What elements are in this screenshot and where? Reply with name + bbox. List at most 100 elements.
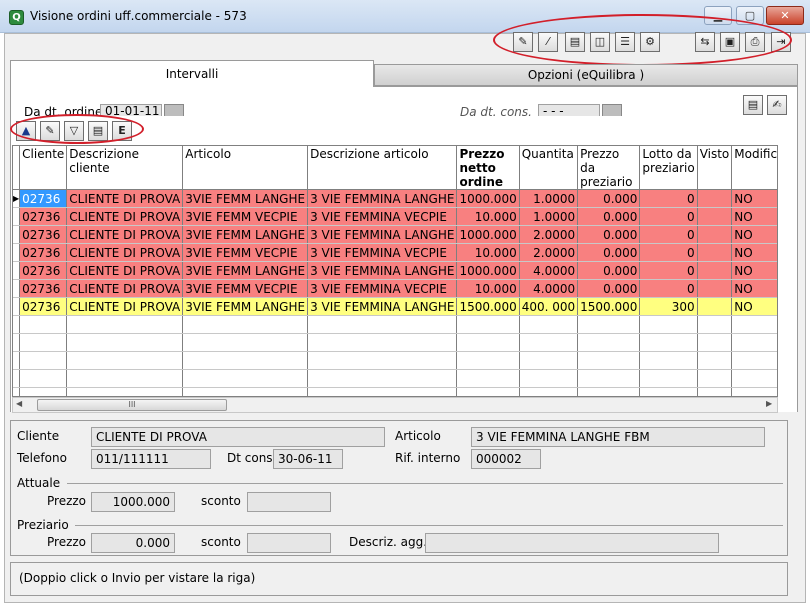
column-header[interactable]: Descrizione articolo xyxy=(307,146,458,190)
table-cell[interactable]: CLIENTE DI PROVA xyxy=(66,279,184,298)
table-cell[interactable]: 400. 000 xyxy=(519,297,579,316)
sign-icon[interactable]: ✍ xyxy=(767,95,787,115)
table-cell[interactable]: 0.000 xyxy=(577,261,641,280)
gear-icon[interactable]: ⚙ xyxy=(640,32,660,52)
columns-icon[interactable]: ◫ xyxy=(590,32,610,52)
excel-export-icon[interactable]: E xyxy=(112,121,132,141)
table-cell[interactable]: 0 xyxy=(639,261,698,280)
table-cell[interactable]: 02736 xyxy=(19,279,68,298)
close-button[interactable]: ✕ xyxy=(766,6,804,25)
table-cell[interactable]: 10.000 xyxy=(456,279,520,298)
table-cell[interactable]: 0.000 xyxy=(577,279,641,298)
filter-icon[interactable]: ▽ xyxy=(64,121,84,141)
calendar-button[interactable] xyxy=(164,104,184,116)
table-cell[interactable]: 02736 xyxy=(19,189,68,208)
table-cell[interactable]: NO xyxy=(731,207,777,226)
tab-opzioni[interactable]: Opzioni (eQuilibra ) xyxy=(374,64,798,86)
table-cell[interactable]: 0.000 xyxy=(577,225,641,244)
table-cell[interactable]: 1500.000 xyxy=(456,297,520,316)
exit-icon[interactable]: ⇥ xyxy=(771,32,791,52)
table-cell[interactable]: 3 VIE FEMMINA VECPIE xyxy=(307,279,458,298)
table-cell[interactable]: 0 xyxy=(639,279,698,298)
table-cell[interactable]: 3VIE FEMM LANGHE xyxy=(182,261,309,280)
table-row[interactable]: 02736 CLIENTE DI PROVA 3VIE FEMM VECPIE 3 V… xyxy=(13,243,777,262)
column-header[interactable]: Lotto da preziario xyxy=(639,146,698,190)
report-icon[interactable]: ▤ xyxy=(565,32,585,52)
save-icon[interactable]: ▣ xyxy=(720,32,740,52)
table-cell[interactable] xyxy=(697,261,733,280)
table-cell[interactable]: 1.0000 xyxy=(519,189,579,208)
table-cell[interactable]: 3 VIE FEMMINA VECPIE xyxy=(307,243,458,262)
table-cell[interactable]: 0 xyxy=(639,189,698,208)
table-cell[interactable]: 1.0000 xyxy=(519,207,579,226)
table-cell[interactable]: 3 VIE FEMMINA VECPIE xyxy=(307,207,458,226)
table-cell[interactable]: CLIENTE DI PROVA xyxy=(66,225,184,244)
column-header[interactable]: Cliente xyxy=(19,146,68,190)
calendar-button[interactable] xyxy=(602,104,622,116)
table-cell[interactable]: 1000.000 xyxy=(456,189,520,208)
table-cell[interactable]: 02736 xyxy=(19,297,68,316)
print-icon[interactable]: ⎙ xyxy=(745,32,765,52)
table-cell[interactable]: 1000.000 xyxy=(456,261,520,280)
table-cell[interactable]: NO xyxy=(731,261,777,280)
scroll-thumb[interactable]: III xyxy=(37,399,227,411)
table-row[interactable]: ▶ 02736 CLIENTE DI PROVA 3VIE FEMM LANGHE 3 … xyxy=(13,189,777,208)
table-cell[interactable] xyxy=(697,297,733,316)
table-cell[interactable]: 0.000 xyxy=(577,243,641,262)
table-cell[interactable]: CLIENTE DI PROVA xyxy=(66,297,184,316)
table-cell[interactable] xyxy=(697,207,733,226)
table-cell[interactable]: 3 VIE FEMMINA LANGHE xyxy=(307,261,458,280)
table-cell[interactable]: 0 xyxy=(639,207,698,226)
table-cell[interactable]: 3 VIE FEMMINA LANGHE xyxy=(307,189,458,208)
table-cell[interactable]: 0 xyxy=(639,225,698,244)
column-header[interactable]: Quantita xyxy=(519,146,579,190)
table-cell[interactable]: CLIENTE DI PROVA xyxy=(66,261,184,280)
column-header[interactable]: Visto xyxy=(697,146,733,190)
da-dt-ordine-field[interactable]: 01-01-11 xyxy=(100,104,162,116)
list-icon[interactable]: ☰ xyxy=(615,32,635,52)
column-header[interactable]: Prezzo da preziario xyxy=(577,146,641,190)
sort-up-icon[interactable]: ▲ xyxy=(16,121,36,141)
table-cell[interactable]: 3VIE FEMM LANGHE xyxy=(182,225,309,244)
table-cell[interactable]: 3VIE FEMM VECPIE xyxy=(182,207,309,226)
table-row[interactable]: 02736 CLIENTE DI PROVA 3VIE FEMM VECPIE 3 V… xyxy=(13,279,777,298)
column-header[interactable]: Descrizione cliente xyxy=(66,146,184,190)
table-cell[interactable]: CLIENTE DI PROVA xyxy=(66,207,184,226)
table-cell[interactable]: 10.000 xyxy=(456,207,520,226)
table-cell[interactable]: CLIENTE DI PROVA xyxy=(66,243,184,262)
table-cell[interactable]: 2.0000 xyxy=(519,243,579,262)
table-cell[interactable]: 1000.000 xyxy=(456,225,520,244)
column-header[interactable]: Articolo xyxy=(182,146,309,190)
table-cell[interactable]: 3VIE FEMM LANGHE xyxy=(182,189,309,208)
scroll-right-icon[interactable]: ▶ xyxy=(766,399,772,408)
scroll-left-icon[interactable]: ◀ xyxy=(16,399,22,408)
table-cell[interactable] xyxy=(697,243,733,262)
table-cell[interactable]: 02736 xyxy=(19,225,68,244)
table-cell[interactable]: 02736 xyxy=(19,261,68,280)
table-row[interactable]: 02736 CLIENTE DI PROVA 3VIE FEMM LANGHE 3 V… xyxy=(13,225,777,244)
maximize-button[interactable]: ▢ xyxy=(736,6,764,25)
table-cell[interactable]: 2.0000 xyxy=(519,225,579,244)
table-cell[interactable] xyxy=(697,279,733,298)
table-cell[interactable]: NO xyxy=(731,243,777,262)
table-cell[interactable]: NO xyxy=(731,279,777,298)
table-cell[interactable]: 10.000 xyxy=(456,243,520,262)
table-cell[interactable] xyxy=(697,189,733,208)
minimize-button[interactable]: ▁ xyxy=(704,6,732,25)
table-cell[interactable]: 3VIE FEMM VECPIE xyxy=(182,279,309,298)
table-cell[interactable]: 02736 xyxy=(19,243,68,262)
table-cell[interactable] xyxy=(697,225,733,244)
refresh-icon[interactable]: ⇆ xyxy=(695,32,715,52)
table-cell[interactable]: 4.0000 xyxy=(519,279,579,298)
table-row[interactable]: 02736 CLIENTE DI PROVA 3VIE FEMM VECPIE 3 V… xyxy=(13,207,777,226)
column-header[interactable]: Modificato xyxy=(731,146,777,190)
table-row[interactable]: 02736 CLIENTE DI PROVA 3VIE FEMM LANGHE 3 V… xyxy=(13,297,777,316)
table-cell[interactable]: 0.000 xyxy=(577,189,641,208)
table-cell[interactable]: 4.0000 xyxy=(519,261,579,280)
notes-icon[interactable]: ▤ xyxy=(743,95,763,115)
da-dt-cons-field[interactable]: - - - xyxy=(538,104,600,116)
magic-wand-icon[interactable]: ⁄ xyxy=(538,32,558,52)
column-header[interactable]: Prezzo netto ordine xyxy=(456,146,520,190)
table-cell[interactable]: 02736 xyxy=(19,207,68,226)
table-cell[interactable]: 0.000 xyxy=(577,207,641,226)
